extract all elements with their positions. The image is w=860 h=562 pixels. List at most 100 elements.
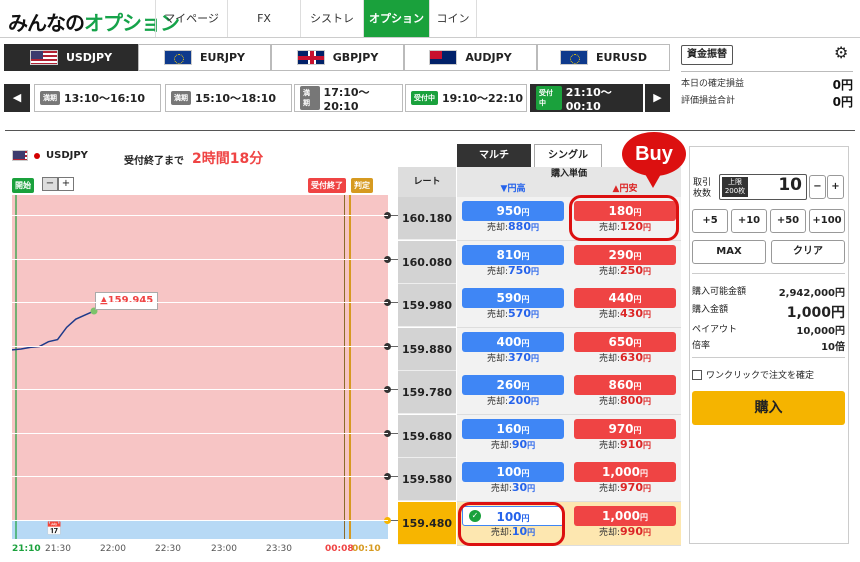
- zoom-in-button[interactable]: +: [58, 177, 74, 191]
- chart-line-svg: [12, 307, 98, 351]
- up-buy-button[interactable]: 400円: [462, 332, 564, 352]
- pair-tab-usdjpy[interactable]: USDJPY: [4, 44, 138, 71]
- qty-minus-button[interactable]: −: [809, 175, 826, 199]
- rate-cell: 159.980: [398, 284, 456, 327]
- eval-row: 評価損益合計 0円: [681, 95, 853, 109]
- qty-value[interactable]: 10: [750, 175, 802, 195]
- down-buy-button[interactable]: 970円: [574, 419, 676, 439]
- down-cell: 650円 売却:630円: [569, 328, 681, 372]
- fund-transfer-button[interactable]: 資金振替: [681, 45, 733, 65]
- down-sell-text: 売却:910円: [598, 438, 651, 452]
- payout-row: ペイアウト 10,000円: [692, 325, 845, 337]
- pair-tab-eurjpy[interactable]: EURJPY: [138, 44, 271, 71]
- tab-multi[interactable]: マルチ: [457, 144, 531, 168]
- oneclick-row[interactable]: ワンクリックで注文を確定: [692, 368, 814, 381]
- x-tick: 21:10: [12, 544, 41, 554]
- chart-gridline: [12, 259, 388, 260]
- deadline-value: 2時間18分: [192, 151, 264, 167]
- pair-tab-gbpjpy[interactable]: GBPJPY: [271, 44, 404, 71]
- up-buy-button[interactable]: 100円: [462, 462, 564, 482]
- chart-pair: USDJPY: [12, 150, 88, 161]
- callout-arrow: [645, 174, 661, 188]
- down-buy-button[interactable]: 1,000円: [574, 462, 676, 482]
- clear-button[interactable]: クリア: [771, 240, 845, 264]
- up-sell-text: 売却:370円: [486, 351, 539, 365]
- time-slot-2[interactable]: 満期 15:10〜18:10: [165, 84, 292, 112]
- time-slot-4[interactable]: 受付中 19:10〜22:10: [405, 84, 527, 112]
- rate-cell: 159.480: [398, 502, 456, 545]
- qty-label: 取引 枚数: [693, 178, 712, 199]
- up-sell-text: 売却:90円: [490, 438, 536, 452]
- time-slot-1[interactable]: 満期 13:10〜16:10: [34, 84, 161, 112]
- section-divider: [5, 130, 855, 131]
- step-50-button[interactable]: +50: [770, 209, 806, 233]
- zoom-out-button[interactable]: −: [42, 177, 58, 191]
- down-cell: 1,000円 売却:990円: [569, 502, 681, 546]
- site-logo[interactable]: みんなのオプション: [8, 7, 180, 36]
- gear-icon[interactable]: ⚙: [834, 43, 848, 62]
- down-buy-button[interactable]: 650円: [574, 332, 676, 352]
- highlight-up-buy: [458, 502, 565, 546]
- nav-mypage[interactable]: マイページ: [155, 0, 227, 37]
- x-tick: 22:00: [100, 544, 126, 554]
- nav-option[interactable]: オプション: [363, 0, 429, 37]
- pair-tab-audjpy[interactable]: AUDJPY: [404, 44, 537, 71]
- rate-cell: 160.180: [398, 197, 456, 240]
- calendar-icon[interactable]: 📅: [46, 522, 62, 537]
- up-cell: 810円 売却:750円: [457, 241, 569, 285]
- down-sell-text: 売却:800円: [598, 394, 651, 408]
- rate-header: レート: [398, 167, 456, 197]
- prev-slot-button[interactable]: ◀: [4, 84, 30, 112]
- step-10-button[interactable]: +10: [731, 209, 767, 233]
- down-cell: 290円 売却:250円: [569, 241, 681, 285]
- up-cell: 950円 売却:880円: [457, 197, 569, 241]
- chart-gridline: [12, 433, 388, 434]
- up-header: ▼円高: [457, 181, 569, 197]
- up-buy-button[interactable]: 950円: [462, 201, 564, 221]
- up-sell-text: 売却:750円: [486, 264, 539, 278]
- qty-plus-button[interactable]: +: [827, 175, 844, 199]
- chart-gridline: [12, 302, 388, 303]
- start-badge: 開始: [12, 178, 34, 193]
- down-sell-text: 売却:970円: [598, 481, 651, 495]
- tab-single[interactable]: シングル: [534, 144, 602, 168]
- time-slot-5[interactable]: 受付中 21:10〜00:10: [530, 84, 643, 113]
- rate-cell: 159.580: [398, 458, 456, 501]
- chart-gridline: [12, 520, 388, 521]
- purchase-button[interactable]: 購入: [692, 391, 845, 425]
- up-sell-text: 売却:570円: [486, 307, 539, 321]
- nav-coin[interactable]: コイン: [429, 0, 477, 37]
- step-5-button[interactable]: +5: [692, 209, 728, 233]
- up-sell-text: 売却:200円: [486, 394, 539, 408]
- up-buy-button[interactable]: 590円: [462, 288, 564, 308]
- up-buy-button[interactable]: 810円: [462, 245, 564, 265]
- time-strip: [12, 521, 388, 539]
- pair-tab-eurusd[interactable]: EURUSD: [537, 44, 670, 71]
- chart-gridline: [12, 389, 388, 390]
- up-sell-text: 売却:30円: [490, 481, 536, 495]
- x-tick: 22:30: [155, 544, 181, 554]
- next-slot-button[interactable]: ▶: [645, 84, 670, 112]
- amount-row: 購入金額 1,000円: [692, 305, 845, 321]
- down-sell-text: 売却:990円: [598, 525, 651, 539]
- step-100-button[interactable]: +100: [809, 209, 845, 233]
- down-buy-button[interactable]: 1,000円: [574, 506, 676, 526]
- up-buy-button[interactable]: 160円: [462, 419, 564, 439]
- up-cell: 260円 売却:200円: [457, 371, 569, 415]
- down-buy-button[interactable]: 290円: [574, 245, 676, 265]
- down-sell-text: 売却:430円: [598, 307, 651, 321]
- down-buy-button[interactable]: 860円: [574, 375, 676, 395]
- highlight-down-buy: [569, 195, 679, 241]
- down-cell: 860円 売却:800円: [569, 371, 681, 415]
- down-buy-button[interactable]: 440円: [574, 288, 676, 308]
- up-buy-button[interactable]: 260円: [462, 375, 564, 395]
- nav-systre[interactable]: シストレ: [300, 0, 363, 37]
- oneclick-checkbox[interactable]: [692, 369, 702, 380]
- up-cell: 400円 売却:370円: [457, 328, 569, 372]
- time-slot-3[interactable]: 満期 17:10〜20:10: [294, 84, 403, 113]
- au-flag-icon: [429, 50, 458, 65]
- max-button[interactable]: MAX: [692, 240, 766, 264]
- price-line: [12, 310, 95, 351]
- nav-fx[interactable]: FX: [227, 0, 300, 37]
- chart-gridline: [12, 346, 388, 347]
